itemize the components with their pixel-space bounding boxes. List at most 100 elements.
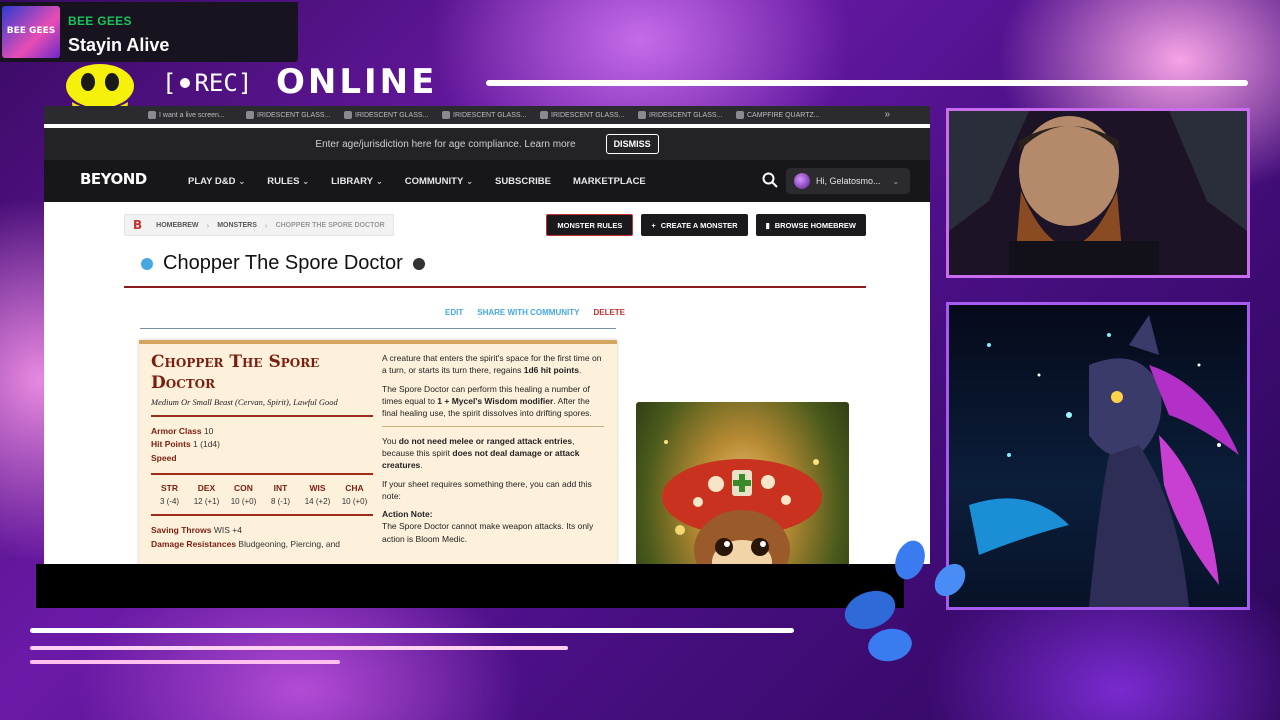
speed: Speed	[151, 452, 177, 463]
favicon-icon	[148, 111, 156, 119]
age-compliance-text[interactable]: Enter age/jurisdiction here for age comp…	[315, 139, 575, 150]
nav-subscribe[interactable]: SUBSCRIBE	[495, 176, 551, 187]
favicon-icon	[736, 111, 744, 119]
uses-paragraph: The Spore Doctor can perform this healin…	[382, 383, 592, 419]
top-button-group: MONSTER RULES + CREATE A MONSTER ▮ BROWSE …	[546, 214, 866, 236]
bookmark-item[interactable]: IRIDESCENT GLASS...	[638, 111, 730, 119]
breadcrumb-current: CHOPPER THE SPORE DOCTOR	[275, 221, 385, 229]
healing-paragraph: A creature that enters the spirit's spac…	[382, 353, 602, 376]
stat-block-divider	[151, 514, 373, 517]
title-divider	[124, 286, 866, 288]
favicon-icon	[638, 111, 646, 119]
bookmark-item[interactable]: IRIDESCENT GLASS...	[246, 111, 338, 119]
now-playing-artist: BEE GEES	[68, 14, 132, 28]
breadcrumb-logo[interactable]: B	[133, 218, 142, 232]
nav-library[interactable]: LIBRARY ⌄	[331, 176, 383, 187]
stat-block-name: Chopper The Spore Doctor	[151, 352, 320, 394]
book-icon: ▮	[765, 220, 770, 230]
dismiss-button[interactable]: DISMISS	[605, 134, 659, 154]
page-content: B HOMEBREW › MONSTERS › CHOPPER THE SPOR…	[44, 202, 930, 564]
actions-divider	[140, 328, 616, 329]
ability-int: INT 8 (-1)	[270, 483, 291, 507]
webcam-frame	[946, 108, 1250, 278]
favicon-icon	[540, 111, 548, 119]
homebrew-icon	[141, 257, 153, 270]
nav-community[interactable]: COMMUNITY ⌄	[405, 176, 473, 187]
sheet-note-paragraph: If your sheet requires something there, …	[382, 478, 592, 501]
bookmark-item[interactable]: IRIDESCENT GLASS...	[344, 111, 436, 119]
share-link[interactable]: SHARE WITH COMMUNITY	[477, 308, 579, 317]
history-icon[interactable]	[412, 257, 425, 270]
browser-window: I want a live screen... IRIDESCENT GLASS…	[44, 106, 930, 564]
ability-con: CON 10 (+0)	[230, 483, 257, 507]
record-dot-icon	[180, 77, 191, 88]
avatar	[794, 173, 810, 189]
header-divider	[486, 80, 1248, 86]
online-label: ONLINE	[276, 62, 438, 102]
chevron-right-icon: ›	[206, 220, 210, 230]
favicon-icon	[344, 111, 352, 119]
bookmark-item[interactable]: CAMPFIRE QUARTZ...	[736, 111, 828, 119]
favicon-icon	[246, 111, 254, 119]
chevron-down-icon: ⌄	[376, 176, 383, 186]
edit-link[interactable]: EDIT	[445, 308, 463, 317]
nav-rules[interactable]: RULES ⌄	[267, 176, 309, 187]
chevron-right-icon: ›	[264, 220, 268, 230]
delete-link[interactable]: DELETE	[593, 308, 625, 317]
attack-note-paragraph: You do not need melee or ranged attack e…	[382, 435, 580, 471]
now-playing-song: Stayin Alive	[68, 35, 170, 55]
site-nav: BEYOND PLAY D&D ⌄ RULES ⌄ LIBRARY ⌄ COMMUNI…	[44, 160, 930, 202]
album-art: BEE GEES	[2, 6, 60, 58]
chevron-down-icon: ⌄	[238, 176, 246, 186]
search-icon[interactable]	[762, 172, 778, 188]
site-logo[interactable]: BEYOND	[80, 170, 147, 188]
letterbox-bar	[36, 564, 904, 608]
page-title: Chopper The Spore Doctor	[163, 252, 403, 274]
plus-icon: +	[651, 220, 656, 230]
monster-portrait[interactable]	[636, 402, 849, 564]
chevron-down-icon: ⌄	[302, 176, 310, 186]
bookmarks-bar: I want a live screen... IRIDESCENT GLASS…	[44, 106, 930, 124]
breadcrumb-homebrew[interactable]: HOMEBREW	[156, 222, 198, 229]
stat-block-divider	[151, 473, 373, 476]
damage-resistances: Damage Resistances Bludgeoning, Piercing…	[151, 538, 341, 549]
stat-block-type: Medium Or Small Beast (Cervan, Spirit), …	[151, 396, 338, 407]
page-title-row: Chopper The Spore Doctor	[141, 252, 425, 275]
user-greeting: Hi, Gelatosmo...	[816, 176, 881, 186]
chevron-down-icon: ⌄	[892, 176, 900, 186]
age-compliance-bar: Enter age/jurisdiction here for age comp…	[44, 128, 930, 160]
ability-wis: WIS 14 (+2)	[304, 483, 331, 507]
armor-class: Armor Class 10	[151, 425, 214, 436]
vtuber-frame	[946, 302, 1250, 610]
browse-homebrew-button[interactable]: ▮ BROWSE HOMEBREW	[755, 214, 866, 236]
stat-block-divider	[151, 414, 373, 417]
breadcrumb-monsters[interactable]: MONSTERS	[217, 222, 257, 229]
create-monster-button[interactable]: + CREATE A MONSTER	[641, 214, 748, 236]
decorative-bars	[30, 628, 794, 664]
ability-str: STR 3 (-4)	[159, 483, 180, 507]
rec-label: REC	[194, 69, 238, 97]
bookmarks-overflow-button[interactable]: »	[884, 109, 890, 120]
chevron-down-icon: ⌄	[466, 176, 473, 186]
bookmark-item[interactable]: IRIDESCENT GLASS...	[442, 111, 534, 119]
bookmark-item[interactable]: I want a live screen...	[148, 111, 240, 119]
action-note: Action Note: The Spore Doctor cannot make…	[382, 509, 594, 544]
nav-play-dnd[interactable]: PLAY D&D ⌄	[188, 176, 245, 187]
bookmark-item[interactable]: IRIDESCENT GLASS...	[540, 111, 632, 119]
stat-block-description: A creature that enters the spirit's spac…	[382, 352, 604, 545]
paw-print-icon	[844, 540, 966, 662]
favicon-icon	[442, 111, 450, 119]
monster-actions: EDIT SHARE WITH COMMUNITY DELETE	[445, 308, 625, 317]
webcam-person	[949, 111, 1247, 275]
album-art-text: BEE GEES	[6, 26, 56, 37]
now-playing-widget: BEE GEES BEE GEES Stayin Alive	[0, 2, 298, 62]
vtuber-dragon-avatar	[969, 315, 1239, 607]
ability-cha: CHA 10 (+0)	[341, 483, 368, 507]
breadcrumb: B HOMEBREW › MONSTERS › CHOPPER THE SPOR…	[124, 214, 394, 236]
nav-marketplace[interactable]: MARKETPLACE	[573, 176, 646, 187]
ability-dex: DEX 12 (+1)	[193, 483, 220, 507]
user-menu-button[interactable]: Hi, Gelatosmo... ⌄	[786, 168, 910, 194]
hit-points: Hit Points 1 (1d4)	[151, 439, 220, 450]
monster-rules-button[interactable]: MONSTER RULES	[546, 214, 634, 236]
stat-block: Chopper The Spore Doctor Medium Or Small…	[139, 340, 617, 564]
